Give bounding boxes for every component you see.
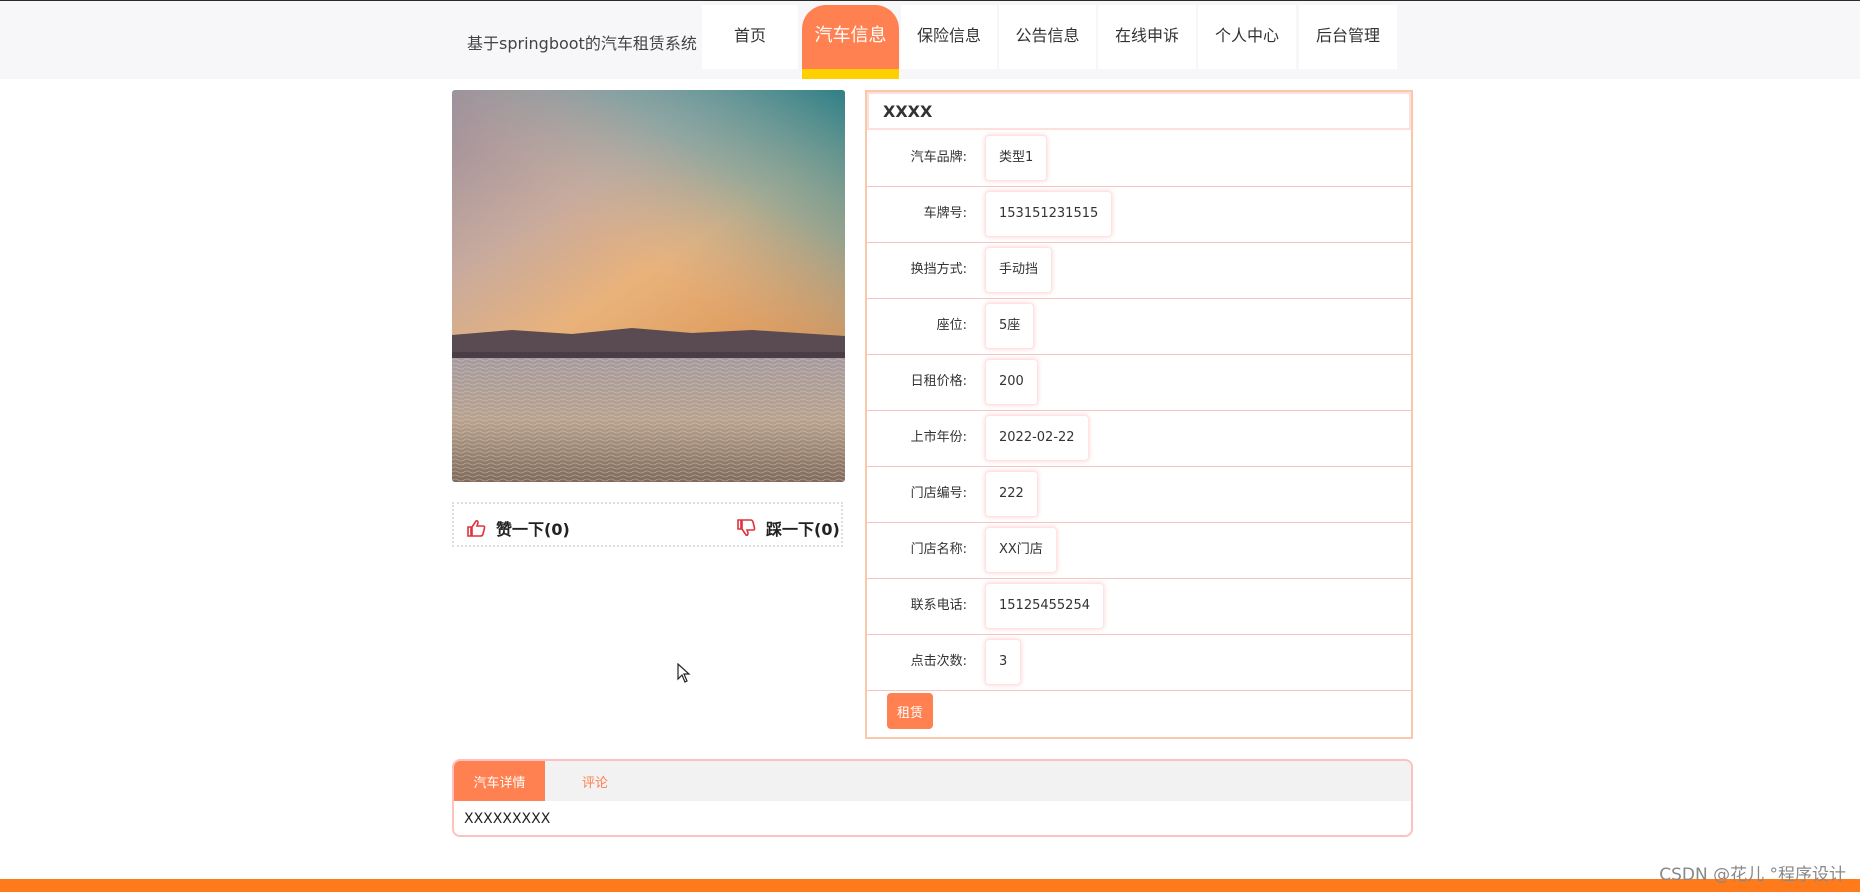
car-title: XXXX	[867, 92, 1411, 130]
sunset-lake-image	[452, 90, 845, 482]
nav-admin[interactable]: 后台管理	[1299, 5, 1397, 69]
field-row-brand: 汽车品牌: 类型1	[867, 130, 1411, 187]
field-row-release-year: 上市年份: 2022-02-22	[867, 410, 1411, 467]
field-label: 座位:	[936, 318, 967, 333]
car-photo[interactable]	[452, 90, 845, 482]
thumbs-down-icon	[737, 519, 756, 537]
field-row-phone: 联系电话: 15125455254	[867, 578, 1411, 635]
watermark: CSDN @花儿 °程序设计	[1659, 865, 1846, 885]
nav-insurance[interactable]: 保险信息	[901, 5, 997, 69]
nav-appeal[interactable]: 在线申诉	[1098, 5, 1196, 69]
nav-home[interactable]: 首页	[702, 5, 798, 69]
field-value: 手动挡	[985, 247, 1053, 293]
field-value: 153151231515	[985, 191, 1113, 237]
tabs-header: 汽车详情 评论	[454, 761, 1411, 801]
nav-personal-center[interactable]: 个人中心	[1198, 5, 1296, 69]
field-value: 类型1	[985, 135, 1048, 181]
field-value: 222	[985, 471, 1038, 517]
like-button[interactable]: 赞一下(0)	[466, 516, 570, 540]
field-label: 上市年份:	[910, 430, 967, 445]
mouse-pointer-icon	[677, 662, 691, 687]
dislike-button[interactable]: 踩一下(0)	[736, 516, 840, 540]
detail-tabs: 汽车详情 评论 XXXXXXXXX	[452, 759, 1413, 837]
vote-bar: 赞一下(0) 踩一下(0)	[452, 502, 843, 547]
field-row-click-count: 点击次数: 3	[867, 634, 1411, 691]
tab-content: XXXXXXXXX	[464, 811, 551, 827]
field-row-store-name: 门店名称: XX门店	[867, 522, 1411, 579]
nav-notice[interactable]: 公告信息	[999, 5, 1096, 69]
field-value: 5座	[985, 303, 1035, 349]
field-row-store-number: 门店编号: 222	[867, 466, 1411, 523]
like-label: 赞一下(0)	[496, 520, 570, 539]
field-row-transmission: 换挡方式: 手动挡	[867, 242, 1411, 299]
tab-car-details[interactable]: 汽车详情	[454, 761, 545, 801]
field-value: 200	[985, 359, 1038, 405]
site-header: 基于springboot的汽车租赁系统 首页 汽车信息 保险信息 公告信息 在线…	[0, 1, 1860, 79]
field-label: 点击次数:	[910, 654, 967, 669]
nav-car-info[interactable]: 汽车信息	[802, 5, 899, 79]
field-label: 门店编号:	[910, 486, 967, 501]
site-brand: 基于springboot的汽车租赁系统	[467, 34, 697, 53]
footer-bar	[0, 879, 1860, 892]
field-label: 门店名称:	[910, 542, 967, 557]
rent-button[interactable]: 租赁	[887, 693, 933, 729]
dislike-label: 踩一下(0)	[766, 520, 840, 539]
field-label: 日租价格:	[910, 374, 967, 389]
field-label: 汽车品牌:	[910, 150, 967, 165]
field-label: 联系电话:	[910, 598, 967, 613]
field-label: 换挡方式:	[910, 262, 967, 277]
field-row-seats: 座位: 5座	[867, 298, 1411, 355]
field-row-plate: 车牌号: 153151231515	[867, 186, 1411, 243]
field-label: 车牌号:	[923, 206, 967, 221]
field-value: XX门店	[985, 527, 1057, 573]
thumbs-up-icon	[467, 519, 486, 537]
tab-comments[interactable]: 评论	[545, 761, 645, 801]
field-value: 3	[985, 639, 1022, 685]
car-detail-panel: XXXX 汽车品牌: 类型1 车牌号: 153151231515 换挡方式: 手…	[865, 90, 1413, 739]
field-value: 15125455254	[985, 583, 1104, 629]
field-row-daily-price: 日租价格: 200	[867, 354, 1411, 411]
field-value: 2022-02-22	[985, 415, 1089, 461]
